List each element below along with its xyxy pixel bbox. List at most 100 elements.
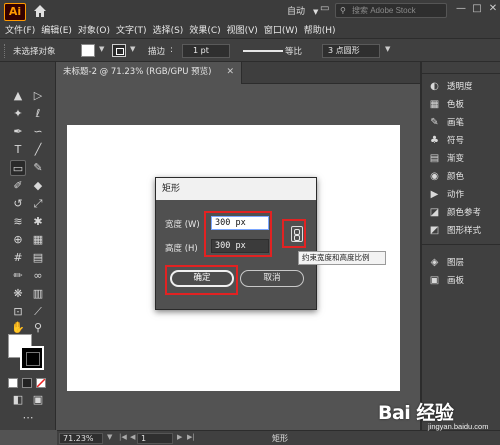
scale-tool-icon[interactable]: ⤢ [30, 196, 46, 212]
tools-panel: ▲ ▷ ✦ ℓ ✒ ∽ T ╱ ▭ ✎ ✐ ◆ ↺ ⤢ ≋ ✱ ⊕ ▦ # ▤ … [0, 62, 56, 430]
paintbrush-tool-icon[interactable]: ✎ [30, 160, 46, 176]
stroke-color-box[interactable] [20, 346, 44, 370]
maximize-button[interactable]: □ [470, 3, 484, 14]
close-button[interactable]: ✕ [486, 3, 500, 14]
menu-object[interactable]: 对象(O) [75, 21, 113, 37]
fill-color-swatch[interactable] [81, 44, 95, 57]
panel-label: 颜色参考 [447, 208, 482, 218]
perspective-grid-tool-icon[interactable]: ▦ [30, 232, 46, 248]
menu-window[interactable]: 窗口(W) [261, 21, 301, 37]
last-artboard-icon[interactable]: ▶| [187, 433, 195, 441]
workspace-switcher[interactable]: 自动 ▼ [287, 4, 318, 17]
slice-tool-icon[interactable]: ⟋ [30, 304, 46, 320]
panel-graphic-styles[interactable]: ◩ 图形样式 [428, 222, 500, 240]
width-tool-icon[interactable]: ≋ [10, 214, 26, 230]
type-tool-icon[interactable]: T [10, 142, 26, 158]
gradient-mode-swatch[interactable] [22, 378, 32, 388]
watermark: Bai 经验 jingyan.baidu.com [378, 398, 496, 438]
close-icon[interactable]: ✕ [226, 62, 234, 82]
document-title: 未标题-2 @ 71.23% (RGB/GPU 预览) [63, 67, 212, 77]
line-tool-icon[interactable]: ╱ [30, 142, 46, 158]
grip-handle[interactable] [4, 44, 6, 58]
panel-color[interactable]: ◉ 颜色 [428, 168, 500, 186]
selection-status: 未选择对象 [13, 47, 56, 57]
color-guide-icon: ◪ [429, 207, 440, 218]
graphic-style-icon: ◩ [429, 225, 440, 236]
document-tab[interactable]: 未标题-2 @ 71.23% (RGB/GPU 预览) ✕ [57, 62, 242, 84]
selection-tool-icon[interactable]: ▲ [10, 88, 26, 104]
edit-toolbar-icon[interactable]: ⋯ [20, 410, 36, 426]
height-label: 高度 (H) [165, 244, 198, 254]
first-artboard-icon[interactable]: |◀ [119, 433, 127, 441]
zoom-level-field[interactable]: 71.23% [59, 433, 103, 444]
mesh-tool-icon[interactable]: # [10, 250, 26, 266]
panel-swatches[interactable]: ▦ 色板 [428, 96, 500, 114]
eraser-tool-icon[interactable]: ◆ [30, 178, 46, 194]
chevron-down-icon[interactable]: ▼ [107, 433, 112, 441]
menu-view[interactable]: 视图(V) [224, 21, 261, 37]
stroke-profile-label: 等比 [285, 47, 303, 57]
curvature-tool-icon[interactable]: ∽ [30, 124, 46, 140]
panel-dock-header[interactable] [422, 62, 500, 74]
shaper-tool-icon[interactable]: ✐ [10, 178, 26, 194]
arrange-documents-icon[interactable]: ▭ [320, 3, 329, 14]
panel-actions[interactable]: ▶ 动作 [428, 186, 500, 204]
chevron-down-icon[interactable]: ▼ [130, 45, 135, 53]
blend-tool-icon[interactable]: ∞ [30, 268, 46, 284]
color-mode-swatch[interactable] [8, 378, 18, 388]
panel-symbols[interactable]: ♣ 符号 [428, 132, 500, 150]
menu-help[interactable]: 帮助(H) [301, 21, 339, 37]
panel-artboards[interactable]: ▣ 画板 [428, 272, 500, 290]
shape-builder-tool-icon[interactable]: ⊕ [10, 232, 26, 248]
artboard-tool-icon[interactable]: ⊡ [10, 304, 26, 320]
dialog-title: 矩形 [156, 178, 316, 200]
chevron-down-icon[interactable]: ▼ [385, 45, 390, 53]
rectangle-tool-icon[interactable]: ▭ [10, 160, 26, 176]
brush-definition-select[interactable]: 3 点圆形 [322, 44, 380, 58]
stock-search-input[interactable]: ⚲ 搜索 Adobe Stock [335, 3, 447, 18]
gradient-tool-icon[interactable]: ▤ [30, 250, 46, 266]
chevron-down-icon[interactable]: ▼ [99, 45, 104, 53]
watermark-logo: Bai 经验 [378, 402, 454, 424]
stroke-label[interactable]: 描边 [148, 45, 165, 57]
graph-tool-icon[interactable]: ▥ [30, 286, 46, 302]
tooltip: 约束宽度和高度比例 [298, 251, 386, 265]
panel-gradient[interactable]: ▤ 渐变 [428, 150, 500, 168]
menu-file[interactable]: 文件(F) [0, 21, 38, 37]
menu-effect[interactable]: 效果(C) [186, 21, 223, 37]
puppet-warp-tool-icon[interactable]: ✱ [30, 214, 46, 230]
prev-artboard-icon[interactable]: ◀ [130, 433, 135, 441]
screen-mode-icon[interactable]: ▣ [30, 392, 46, 408]
artboard-number-field[interactable]: 1 [137, 433, 173, 444]
colon-label: : [170, 45, 173, 55]
panel-brushes[interactable]: ✎ 画笔 [428, 114, 500, 132]
panel-color-guide[interactable]: ◪ 颜色参考 [428, 204, 500, 222]
home-icon[interactable] [33, 4, 47, 18]
lasso-tool-icon[interactable]: ℓ [30, 106, 46, 122]
width-label: 宽度 (W) [165, 220, 200, 230]
cancel-button[interactable]: 取消 [240, 270, 304, 287]
stroke-weight-field[interactable]: 1 pt [182, 44, 230, 58]
drawing-mode-icon[interactable]: ◧ [10, 392, 26, 408]
direct-selection-tool-icon[interactable]: ▷ [30, 88, 46, 104]
next-artboard-icon[interactable]: ▶ [177, 433, 182, 441]
rotate-tool-icon[interactable]: ↺ [10, 196, 26, 212]
title-bar: Ai 自动 ▼ ▭ ⚲ 搜索 Adobe Stock — □ ✕ 文件(F) 编辑… [0, 0, 500, 38]
menu-type[interactable]: 文字(T) [113, 21, 150, 37]
stroke-color-swatch[interactable] [112, 44, 126, 57]
none-mode-swatch[interactable] [36, 378, 46, 388]
tab-strip [242, 62, 420, 84]
panel-transparency[interactable]: ◐ 透明度 [428, 78, 500, 96]
symbol-sprayer-tool-icon[interactable]: ❋ [10, 286, 26, 302]
panel-layers[interactable]: ◈ 图层 [428, 254, 500, 272]
menu-select[interactable]: 选择(S) [150, 21, 187, 37]
menu-edit[interactable]: 编辑(E) [38, 21, 75, 37]
pen-tool-icon[interactable]: ✒ [10, 124, 26, 140]
stroke-profile-select[interactable]: 等比 [240, 44, 310, 58]
zoom-tool-icon[interactable]: ⚲ [30, 320, 46, 336]
eyedropper-tool-icon[interactable]: ✏ [10, 268, 26, 284]
magic-wand-tool-icon[interactable]: ✦ [10, 106, 26, 122]
minimize-button[interactable]: — [454, 3, 468, 14]
panel-label: 透明度 [447, 82, 473, 92]
workspace-label: 自动 [287, 7, 306, 17]
